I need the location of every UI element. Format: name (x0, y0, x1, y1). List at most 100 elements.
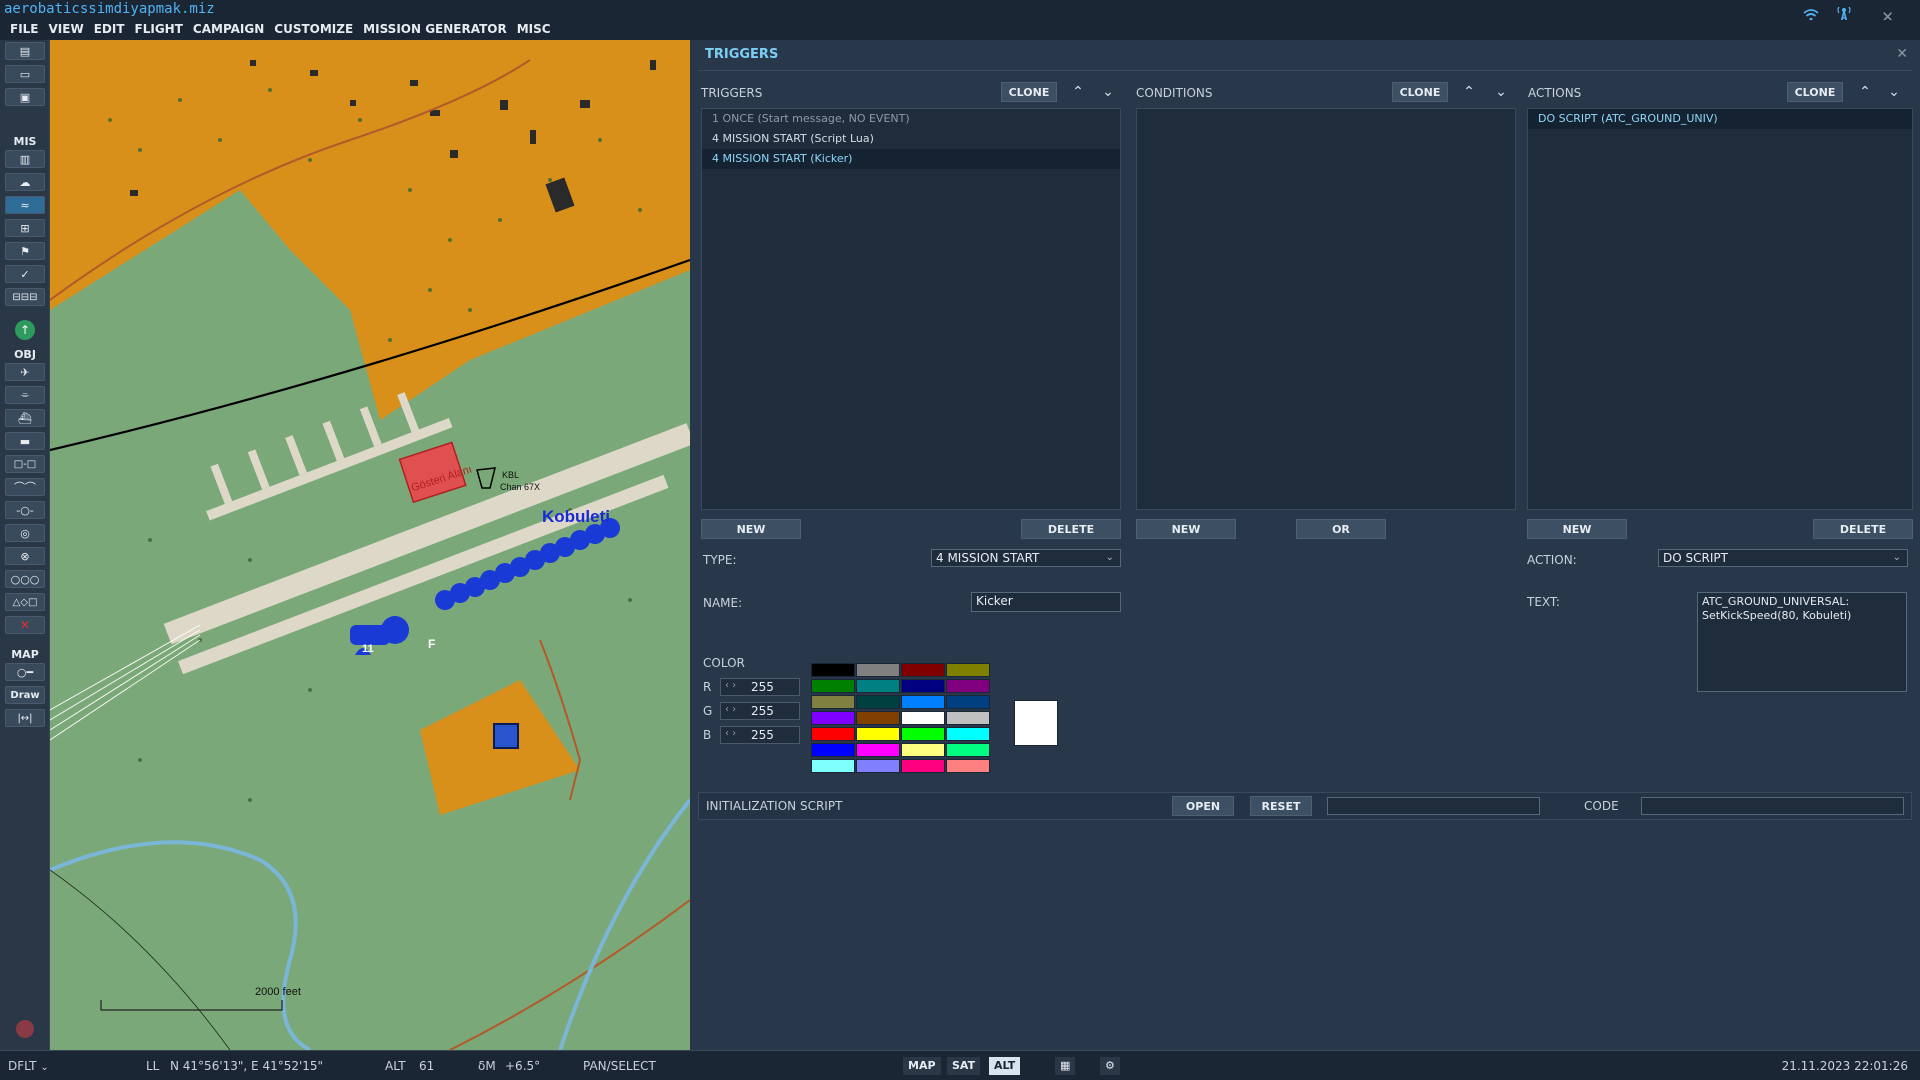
add-waypoint-button[interactable]: -○- (5, 501, 45, 519)
g-spinner[interactable]: ‹ › 255 (720, 702, 800, 720)
triggers-button[interactable]: ≈ (5, 196, 45, 214)
delete-object-button[interactable]: ✕ (5, 616, 45, 634)
trigger-delete-button[interactable]: DELETE (1021, 519, 1121, 539)
actions-move-down-icon[interactable]: ⌄ (1885, 83, 1903, 101)
color-swatch[interactable] (901, 743, 945, 757)
menu-view[interactable]: VIEW (49, 20, 84, 40)
color-swatch[interactable] (811, 663, 855, 677)
action-item-selected[interactable]: DO SCRIPT (ATC_GROUND_UNIV) (1528, 109, 1912, 129)
menu-campaign[interactable]: CAMPAIGN (193, 20, 264, 40)
triggers-move-up-icon[interactable]: ⌃ (1069, 83, 1087, 101)
measure-button[interactable]: |↔| (5, 709, 45, 727)
check-button[interactable]: ✓ (5, 265, 45, 283)
color-swatch[interactable] (901, 695, 945, 709)
ruler-button[interactable]: ○━ (5, 663, 45, 681)
color-swatch[interactable] (946, 695, 990, 709)
color-swatch[interactable] (946, 679, 990, 693)
triggers-list[interactable]: 1 ONCE (Start message, NO EVENT) 4 MISSI… (701, 108, 1121, 510)
triggers-clone-button[interactable]: CLONE (1001, 82, 1057, 102)
color-swatch[interactable] (856, 711, 900, 725)
briefing-button[interactable]: ▥ (5, 150, 45, 168)
name-input[interactable]: Kicker (971, 592, 1121, 612)
color-swatch[interactable] (811, 759, 855, 773)
goals-button[interactable]: ⚑ (5, 242, 45, 260)
add-static-button[interactable]: □-□ (5, 455, 45, 473)
color-swatch[interactable] (811, 695, 855, 709)
conditions-move-down-icon[interactable]: ⌄ (1492, 83, 1510, 101)
menu-flight[interactable]: FLIGHT (135, 20, 183, 40)
open-file-button[interactable]: ▭ (5, 65, 45, 83)
add-template-button[interactable]: ○○○ (5, 570, 45, 588)
alt-mode-button[interactable]: ALT (989, 1057, 1021, 1075)
record-icon[interactable] (16, 1020, 34, 1038)
add-helicopter-button[interactable]: ⌯ (5, 386, 45, 404)
conditions-clone-button[interactable]: CLONE (1392, 82, 1448, 102)
action-dropdown[interactable]: DO SCRIPT ⌄ (1658, 549, 1908, 567)
zone-button[interactable]: ⊞ (5, 219, 45, 237)
triggers-move-down-icon[interactable]: ⌄ (1099, 83, 1117, 101)
color-swatch[interactable] (811, 679, 855, 693)
color-swatch[interactable] (946, 743, 990, 757)
settings-button[interactable]: ⚙ (1100, 1057, 1120, 1075)
color-swatch[interactable] (946, 711, 990, 725)
map-view[interactable]: Kobuleti KBL Chan 67X Gösteri Alanı 2000… (50, 40, 690, 1050)
save-file-button[interactable]: ▣ (5, 88, 45, 106)
init-file-input[interactable] (1327, 797, 1540, 815)
color-swatch[interactable] (811, 711, 855, 725)
draw-button[interactable]: Draw (5, 686, 45, 704)
conditions-move-up-icon[interactable]: ⌃ (1460, 83, 1478, 101)
unit-marker[interactable] (493, 723, 519, 749)
type-dropdown[interactable]: 4 MISSION START ⌄ (931, 549, 1121, 567)
action-new-button[interactable]: NEW (1527, 519, 1627, 539)
map-canvas[interactable]: Kobuleti KBL Chan 67X Gösteri Alanı 2000… (50, 40, 690, 1050)
add-ship-button[interactable]: ⛴ (5, 409, 45, 427)
color-swatch[interactable] (901, 663, 945, 677)
color-swatch[interactable] (856, 727, 900, 741)
init-code-input[interactable] (1641, 797, 1904, 815)
menu-edit[interactable]: EDIT (94, 20, 125, 40)
shapes-button[interactable]: △◇□ (5, 593, 45, 611)
new-file-button[interactable]: ▤ (5, 42, 45, 60)
add-bridge-button[interactable]: ⌒⌒ (5, 478, 45, 496)
init-reset-button[interactable]: RESET (1250, 796, 1312, 816)
color-swatch[interactable] (901, 759, 945, 773)
actions-list[interactable]: DO SCRIPT (ATC_GROUND_UNIV) (1527, 108, 1913, 510)
init-open-button[interactable]: OPEN (1172, 796, 1234, 816)
script-text-area[interactable]: ATC_GROUND_UNIVERSAL: SetKickSpeed(80, K… (1697, 592, 1907, 692)
color-swatch[interactable] (856, 759, 900, 773)
color-swatch[interactable] (946, 663, 990, 677)
map-mode-button[interactable]: MAP (903, 1057, 941, 1075)
color-swatch[interactable] (856, 695, 900, 709)
actions-clone-button[interactable]: CLONE (1787, 82, 1843, 102)
color-swatch[interactable] (946, 759, 990, 773)
b-spinner[interactable]: ‹ › 255 (720, 726, 800, 744)
color-swatch[interactable] (946, 727, 990, 741)
trigger-item[interactable]: 1 ONCE (Start message, NO EVENT) (702, 109, 1120, 129)
color-swatch[interactable] (856, 743, 900, 757)
layers-button[interactable]: ▦ (1055, 1057, 1076, 1075)
actions-move-up-icon[interactable]: ⌃ (1856, 83, 1874, 101)
up-arrow-icon[interactable]: ↑ (15, 320, 35, 340)
add-plane-button[interactable]: ✈ (5, 363, 45, 381)
r-spinner[interactable]: ‹ › 255 (720, 678, 800, 696)
color-swatch[interactable] (856, 663, 900, 677)
menu-misc[interactable]: MISC (517, 20, 551, 40)
color-swatch[interactable] (811, 727, 855, 741)
panel-close-icon[interactable]: ✕ (1896, 46, 1908, 62)
condition-or-button[interactable]: OR (1296, 519, 1386, 539)
trigger-item-selected[interactable]: 4 MISSION START (Kicker) (702, 149, 1120, 169)
color-swatch[interactable] (901, 711, 945, 725)
add-vehicle-button[interactable]: ▬ (5, 432, 45, 450)
sat-mode-button[interactable]: SAT (947, 1057, 981, 1075)
route-button[interactable]: ⊟⊟⊟ (5, 288, 45, 306)
conditions-list[interactable] (1136, 108, 1516, 510)
mode-dropdown[interactable]: DFLT ⌄ (8, 1059, 49, 1073)
color-swatch[interactable] (811, 743, 855, 757)
condition-new-button[interactable]: NEW (1136, 519, 1236, 539)
menu-customize[interactable]: CUSTOMIZE (274, 20, 353, 40)
menu-file[interactable]: FILE (10, 20, 39, 40)
menu-mission-generator[interactable]: MISSION GENERATOR (363, 20, 507, 40)
trigger-new-button[interactable]: NEW (701, 519, 801, 539)
action-delete-button[interactable]: DELETE (1813, 519, 1913, 539)
color-swatch[interactable] (901, 727, 945, 741)
